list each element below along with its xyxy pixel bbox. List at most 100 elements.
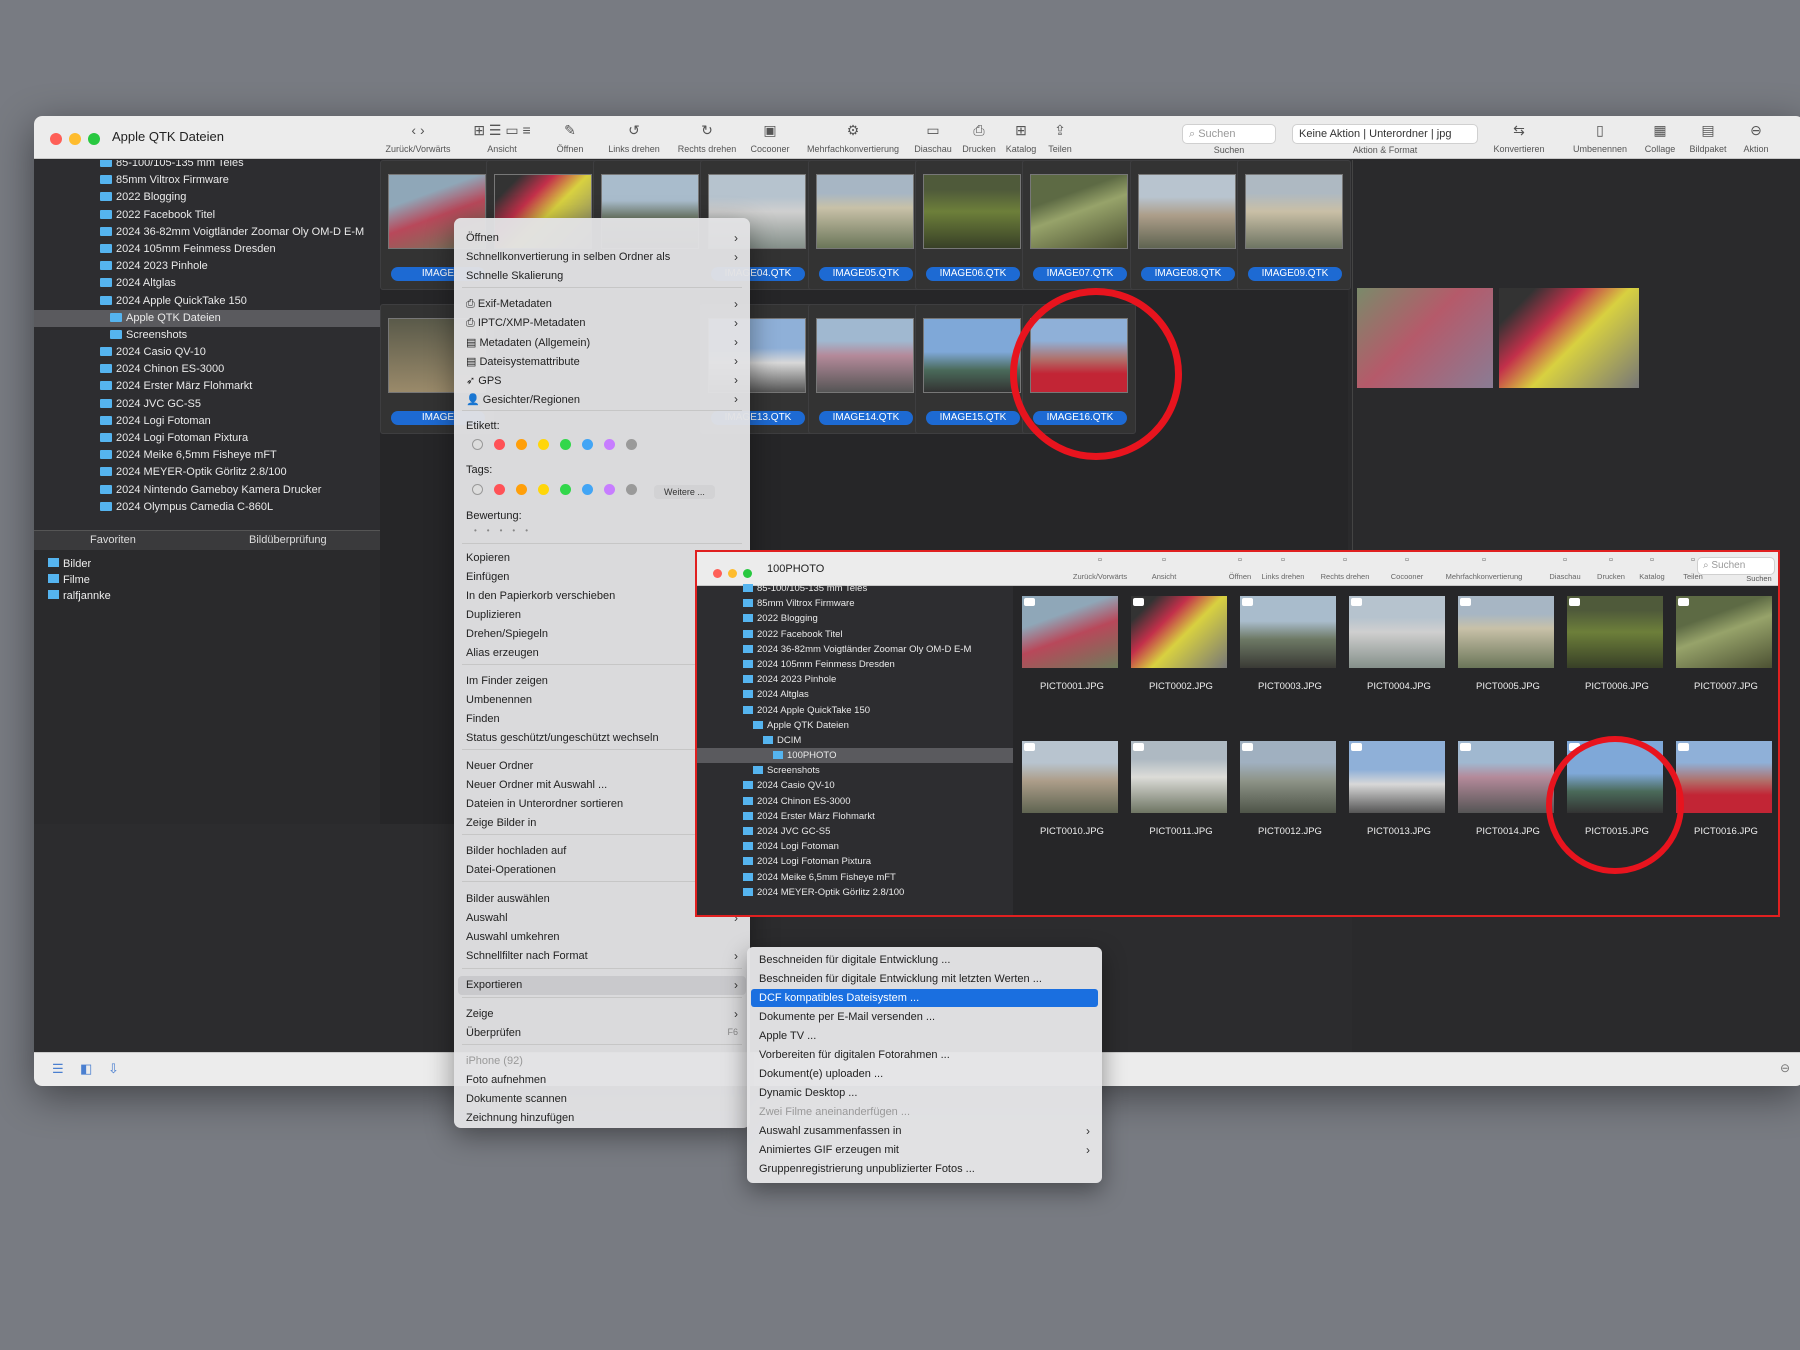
zoom-button[interactable] [743,569,752,578]
inset-thumbnail-cell[interactable]: PICT0006.JPG [1562,586,1663,716]
context-menu-item[interactable]: Zeichnung hinzufügen [466,1112,574,1124]
context-menu-item[interactable]: Exportieren [466,979,522,991]
thumbnail-cell[interactable]: IMAGE09.QTK [1237,160,1351,290]
inset-thumbnail-cell[interactable]: PICT0001.JPG [1017,586,1118,716]
context-menu-item[interactable]: Umbenennen [466,694,532,706]
panel-icon[interactable]: ◧ [80,1061,92,1077]
sidebar-folder-item[interactable]: 2024 Meike 6,5mm Fisheye mFT [34,447,380,464]
color-dot[interactable] [494,484,505,495]
collage-button[interactable]: ▦ Collage [1640,120,1680,154]
sidebar-folder-item[interactable]: 2024 Logi Fotoman Pixtura [34,430,380,447]
sidebar-folder-item[interactable]: 2024 Apple QuickTake 150 [34,293,380,310]
submenu-item[interactable]: Dokument(e) uploaden ... [759,1068,883,1080]
context-menu-item[interactable]: Alias erzeugen [466,647,539,659]
context-menu-item[interactable]: Öffnen [466,232,499,244]
inset-thumbnail-cell[interactable]: PICT0014.JPG [1453,731,1554,861]
favorite-item[interactable]: Filme [34,572,380,588]
submenu-item[interactable]: Beschneiden für digitale Entwicklung mit… [759,973,1042,985]
context-menu-item[interactable]: Im Finder zeigen [466,675,548,687]
context-menu-item[interactable]: Dokumente scannen [466,1093,567,1105]
submenu-item[interactable]: Dynamic Desktop ... [759,1087,857,1099]
open-button[interactable]: ✎ Öffnen [548,120,592,154]
context-menu-item[interactable]: ⎙ Exif-Metadaten [466,298,552,311]
context-menu-item[interactable]: In den Papierkorb verschieben [466,590,615,602]
inset-folder-item[interactable]: 2024 Altglas [697,687,1013,702]
color-dot[interactable] [560,484,571,495]
context-menu-item[interactable]: Duplizieren [466,609,521,621]
slideshow-button[interactable]: ▭ Diaschau [910,120,956,154]
submenu-item[interactable]: Beschneiden für digitale Entwicklung ... [759,954,950,966]
submenu-item[interactable]: Animiertes GIF erzeugen mit [759,1144,899,1156]
inset-toolbar-button[interactable]: ▫ Zurück/Vorwärts [1069,554,1131,581]
inset-thumbnail-cell[interactable]: PICT0004.JPG [1344,586,1445,716]
inset-toolbar-button[interactable]: ▫ Cocooner [1382,554,1432,581]
context-menu-item[interactable]: Schnellkonvertierung in selben Ordner al… [466,251,670,263]
inset-toolbar-button[interactable]: ▫ Diaschau [1542,554,1588,581]
submenu-item[interactable]: Apple TV ... [759,1030,816,1042]
inset-folder-item[interactable]: 2024 Chinon ES-3000 [697,794,1013,809]
color-dot[interactable] [582,484,593,495]
sidebar-folder-item[interactable]: 85-100/105-135 mm Teles [34,160,380,172]
sidebar-folder-item[interactable]: 2024 Casio QV-10 [34,344,380,361]
inset-thumbnail-cell[interactable]: PICT0010.JPG [1017,731,1118,861]
options-icon[interactable]: ⊖ [1780,1061,1790,1075]
context-menu-item[interactable]: Drehen/Spiegeln [466,628,548,640]
color-dot[interactable] [560,439,571,450]
color-dot[interactable] [604,484,615,495]
import-icon[interactable]: ⇩ [108,1061,119,1077]
sidebar-folder-item[interactable]: 2024 Altglas [34,275,380,292]
more-tags-button[interactable]: Weitere ... [654,485,715,499]
context-menu-item[interactable]: Zeige [466,1008,494,1020]
inset-folder-item[interactable]: Apple QTK Dateien [697,718,1013,733]
context-menu-item[interactable]: 👤 Gesichter/Regionen [466,393,580,406]
context-menu-item[interactable]: Auswahl [466,912,508,924]
color-dot[interactable] [626,484,637,495]
color-dot[interactable] [516,484,527,495]
sidebar-folder-item[interactable]: 2024 Olympus Camedia C-860L [34,499,380,516]
sidebar-folder-item[interactable]: Screenshots [34,327,380,344]
color-dot[interactable] [582,439,593,450]
sidebar-folder-item[interactable]: 2024 2023 Pinhole [34,258,380,275]
context-menu-item[interactable]: ▤ Dateisystemattribute [466,355,580,368]
context-menu-item[interactable]: Datei-Operationen [466,864,556,876]
sidebar-folder-item[interactable]: 2024 Logi Fotoman [34,413,380,430]
minimize-button[interactable] [69,133,81,145]
no-color-icon[interactable] [472,484,483,495]
favorite-item[interactable]: Bilder [34,556,380,572]
list-icon[interactable]: ☰ [52,1061,64,1077]
context-menu-item[interactable]: Status geschützt/ungeschützt wechseln [466,732,659,744]
inset-folder-item[interactable]: 100PHOTO [697,748,1013,764]
convert-button[interactable]: ⇆ Konvertieren [1484,120,1554,154]
inset-toolbar-button[interactable]: ▫ Katalog [1632,554,1672,581]
rotate-left-button[interactable]: ↺ Links drehen [594,120,674,154]
share-button[interactable]: ⇪ Teilen [1042,120,1078,154]
context-menu-item[interactable]: Bilder hochladen auf [466,845,566,857]
color-dot[interactable] [516,439,527,450]
nav-button[interactable]: ‹ › Zurück/Vorwärts [380,120,456,154]
context-menu-item[interactable]: Bilder auswählen [466,893,550,905]
context-menu-item[interactable]: Zeige Bilder in [466,817,536,829]
sidebar-folder-item[interactable]: 2024 105mm Feinmess Dresden [34,241,380,258]
inset-thumbnail-cell[interactable]: PICT0003.JPG [1235,586,1336,716]
inset-toolbar-button[interactable]: ▫ Links drehen [1257,554,1309,581]
close-button[interactable] [713,569,722,578]
inset-thumbnail-cell[interactable]: PICT0013.JPG [1344,731,1445,861]
inset-thumbnail-cell[interactable]: PICT0007.JPG [1671,586,1772,716]
cocooner-button[interactable]: ▣ Cocooner [742,120,798,154]
color-dot[interactable] [604,439,615,450]
sidebar-folder-item[interactable]: 2022 Blogging [34,189,380,206]
catalog-button[interactable]: ⊞ Katalog [1000,120,1042,154]
rotate-right-button[interactable]: ↻ Rechts drehen [672,120,742,154]
tab-image-review[interactable]: Bildüberprüfung [249,534,327,546]
inset-folder-item[interactable]: 2024 Erster März Flohmarkt [697,809,1013,824]
inset-search-input[interactable]: ⌕ Suchen [1697,557,1775,575]
zoom-button[interactable] [88,133,100,145]
thumbnail-cell[interactable]: IMAGE05.QTK [808,160,922,290]
thumbnail-cell[interactable]: IMAGE08.QTK [1130,160,1244,290]
color-dot[interactable] [626,439,637,450]
inset-folder-item[interactable]: 2022 Facebook Titel [697,627,1013,642]
context-menu-item[interactable]: Dateien in Unterordner sortieren [466,798,623,810]
minimize-button[interactable] [728,569,737,578]
rating-dots[interactable]: ••••• [474,526,538,535]
submenu-item[interactable]: DCF kompatibles Dateisystem ... [759,992,919,1004]
